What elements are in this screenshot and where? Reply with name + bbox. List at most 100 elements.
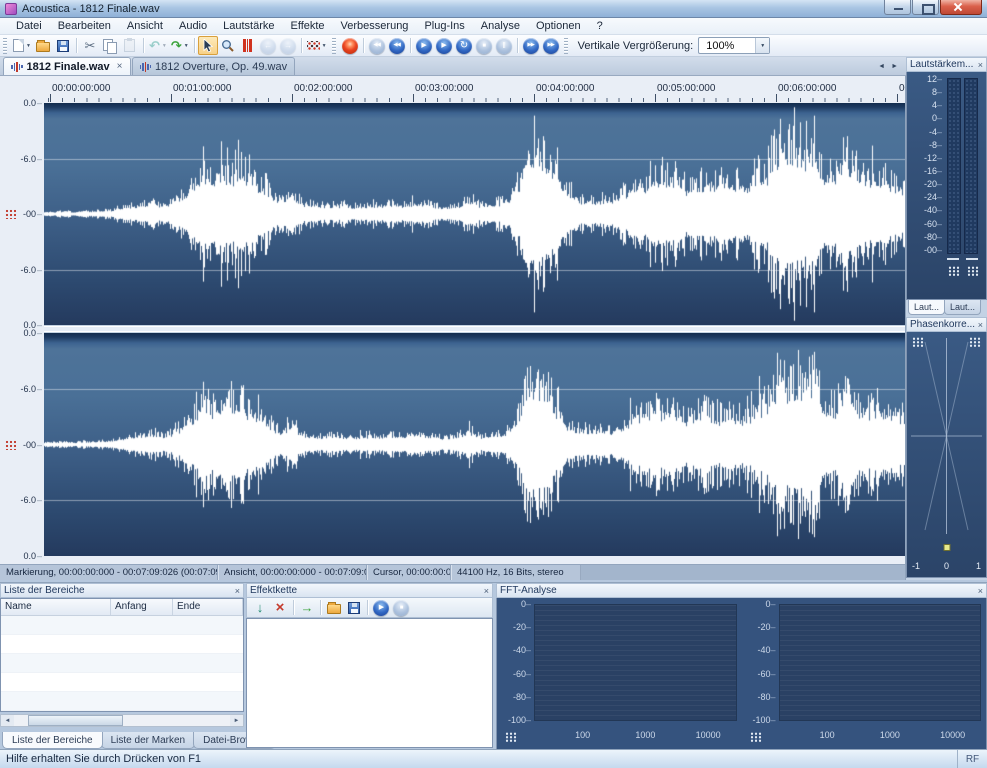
menu-item-11[interactable]: ?: [589, 19, 611, 33]
table-row[interactable]: [1, 673, 243, 692]
edit-effect-button[interactable]: →: [297, 598, 317, 617]
play-chain-button[interactable]: ▶: [371, 598, 391, 617]
vertical-zoom-select[interactable]: 100% ▼: [698, 37, 770, 54]
meter-tab-1[interactable]: Laut...: [908, 300, 945, 315]
stop-chain-button[interactable]: ■: [391, 598, 411, 617]
timeline-label: 00:02:00:000: [294, 83, 352, 94]
zoom-tool-button[interactable]: [218, 36, 238, 55]
close-button[interactable]: [940, 0, 982, 15]
remove-effect-button[interactable]: ×: [270, 598, 290, 617]
menu-item-2[interactable]: Bearbeiten: [50, 19, 119, 33]
menu-item-1[interactable]: Datei: [8, 19, 50, 33]
play-button[interactable]: ▶: [414, 36, 434, 55]
menu-item-5[interactable]: Lautstärke: [215, 19, 282, 33]
column-header-name[interactable]: Name: [1, 599, 111, 615]
table-row[interactable]: [1, 692, 243, 711]
menu-item-6[interactable]: Effekte: [283, 19, 333, 33]
document-tab-bar: 1812 Finale.wav × 1812 Overture, Op. 49.…: [0, 57, 906, 76]
fast-forward-button[interactable]: ▶▶: [521, 36, 541, 55]
menu-item-10[interactable]: Optionen: [528, 19, 589, 33]
close-icon[interactable]: ×: [484, 586, 489, 596]
open-file-button[interactable]: [33, 36, 53, 55]
pause-button[interactable]: ‖: [494, 36, 514, 55]
menu-item-4[interactable]: Audio: [171, 19, 215, 33]
fft-spectrum-right: [779, 604, 982, 721]
go-to-end-button[interactable]: ▶▶: [541, 36, 561, 55]
toolbar-grip[interactable]: [3, 38, 7, 54]
dropdown-arrow-icon[interactable]: ▼: [322, 43, 327, 49]
undo-button[interactable]: ↶▼: [147, 36, 169, 55]
waveform-channel-right[interactable]: [44, 333, 905, 556]
chevron-down-icon[interactable]: ▼: [755, 38, 769, 53]
menu-item-3[interactable]: Ansicht: [119, 19, 171, 33]
record-button[interactable]: [340, 36, 360, 55]
regions-table-body[interactable]: [1, 616, 243, 711]
copy-button[interactable]: [100, 36, 120, 55]
phase-marker[interactable]: [943, 544, 950, 551]
redo-button[interactable]: ↷▼: [169, 36, 191, 55]
scrub-tool-button[interactable]: [238, 36, 258, 55]
save-chain-button[interactable]: [344, 598, 364, 617]
cut-button[interactable]: ✂: [80, 36, 100, 55]
tab-1812-finale[interactable]: 1812 Finale.wav ×: [3, 57, 131, 75]
stop-chain-icon: ■: [393, 600, 409, 616]
timeline-ruler[interactable]: 00:00:00:00000:01:00:00000:02:00:00000:0…: [44, 76, 905, 103]
grip-dots-icon[interactable]: [505, 732, 517, 742]
tab-scroll-right-icon[interactable]: ►: [891, 63, 898, 70]
grip-dots-icon[interactable]: [948, 266, 960, 276]
channel-drag-handle-icon[interactable]: [5, 209, 16, 219]
close-icon[interactable]: ×: [978, 586, 983, 596]
maximize-button[interactable]: [912, 0, 939, 15]
fft-x-tick: 1000: [635, 730, 655, 740]
waveform-channel-left[interactable]: [44, 103, 905, 325]
scrollbar-track[interactable]: [14, 715, 230, 726]
new-file-button[interactable]: ▼: [11, 36, 33, 55]
waveform-canvas-left[interactable]: [44, 103, 905, 325]
column-header-anfang[interactable]: Anfang: [111, 599, 173, 615]
menu-item-7[interactable]: Verbesserung: [333, 19, 417, 33]
toolbar-grip[interactable]: [564, 38, 568, 54]
channel-separator[interactable]: [44, 325, 905, 333]
paste-button[interactable]: [120, 36, 140, 55]
table-row[interactable]: [1, 635, 243, 654]
navigate-forward-button[interactable]: →: [278, 36, 298, 55]
close-icon[interactable]: ×: [978, 320, 983, 330]
rewind-button[interactable]: ◀◀: [387, 36, 407, 55]
scroll-right-icon[interactable]: ►: [230, 715, 243, 726]
tab-scroll-left-icon[interactable]: ◄: [878, 63, 885, 70]
dropdown-arrow-icon[interactable]: ▼: [184, 43, 189, 49]
waveform-canvas-right[interactable]: [44, 333, 905, 556]
select-tool-button[interactable]: [198, 36, 218, 55]
dropdown-arrow-icon[interactable]: ▼: [26, 43, 31, 49]
scroll-left-icon[interactable]: ◄: [1, 715, 14, 726]
meter-tab-2[interactable]: Laut...: [944, 300, 981, 315]
navigate-back-button[interactable]: ←: [258, 36, 278, 55]
save-file-button[interactable]: [53, 36, 73, 55]
insert-effect-button[interactable]: ↓: [250, 598, 270, 617]
channel-drag-handle-icon[interactable]: [5, 440, 16, 450]
scrollbar-thumb[interactable]: [28, 715, 123, 726]
open-chain-button[interactable]: [324, 598, 344, 617]
dock-tab-1[interactable]: Liste der Bereiche: [2, 732, 103, 749]
menu-item-8[interactable]: Plug-Ins: [416, 19, 472, 33]
tab-1812-overture[interactable]: 1812 Overture, Op. 49.wav: [132, 57, 296, 75]
play-selection-button[interactable]: ▶: [434, 36, 454, 55]
column-header-ende[interactable]: Ende: [173, 599, 243, 615]
toolbar-grip[interactable]: [332, 38, 336, 54]
close-icon[interactable]: ×: [117, 61, 123, 72]
table-row[interactable]: [1, 616, 243, 635]
close-icon[interactable]: ×: [235, 586, 240, 596]
dock-tab-2[interactable]: Liste der Marken: [101, 732, 195, 749]
effect-chain-list[interactable]: [246, 618, 493, 748]
go-to-start-button[interactable]: ◀◀: [367, 36, 387, 55]
dropdown-arrow-icon[interactable]: ▼: [162, 43, 167, 49]
loop-button[interactable]: ↻: [454, 36, 474, 55]
close-icon[interactable]: ×: [978, 60, 983, 70]
menu-item-9[interactable]: Analyse: [473, 19, 528, 33]
grip-dots-icon[interactable]: [750, 732, 762, 742]
table-row[interactable]: [1, 654, 243, 673]
grip-dots-icon[interactable]: [967, 266, 979, 276]
layout-grid-button[interactable]: ▼: [305, 36, 329, 55]
stop-button[interactable]: ■: [474, 36, 494, 55]
minimize-button[interactable]: [884, 0, 911, 15]
